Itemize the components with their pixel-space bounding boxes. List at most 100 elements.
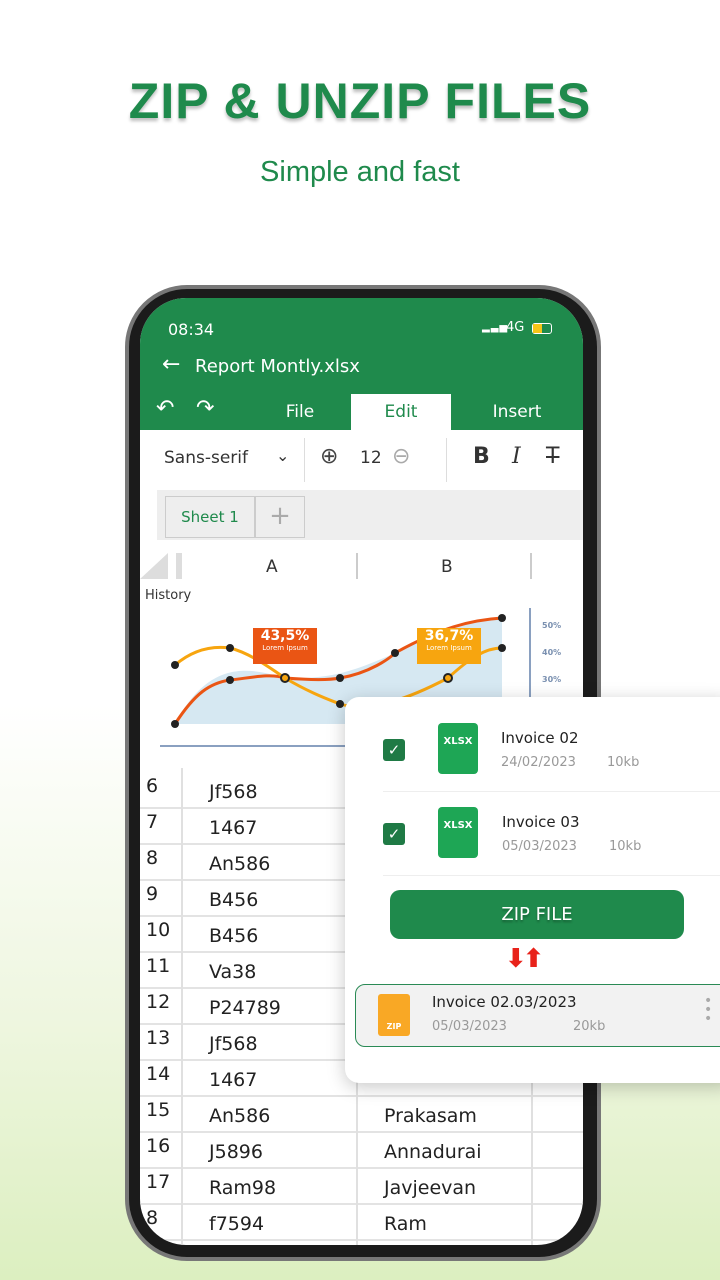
row-number: 13 (146, 1027, 171, 1049)
cell-a[interactable]: An586 (209, 1105, 270, 1127)
xlsx-file-icon: XLSX (438, 723, 478, 774)
divider (446, 438, 447, 482)
column-b[interactable]: B (441, 557, 453, 577)
cell-a[interactable]: B456 (209, 889, 258, 911)
row-number: 9 (146, 883, 159, 905)
add-sheet-button[interactable]: + (255, 496, 305, 538)
cell-b[interactable]: Javjeevan (384, 1177, 476, 1199)
table-row: 17 Ram98 Javjeevan (140, 1169, 583, 1205)
table-row: 16 J5896 Annadurai (140, 1133, 583, 1169)
row-number: 14 (146, 1063, 171, 1085)
undo-icon[interactable]: ↶ (156, 396, 174, 421)
cell-a[interactable]: Jf568 (209, 781, 258, 803)
file-title: Report Montly.xlsx (195, 356, 360, 377)
row-number: 8 (146, 847, 159, 869)
row-number: 7 (146, 811, 159, 833)
network-label: 4G (506, 320, 525, 335)
y-tick: 40% (542, 648, 562, 657)
checkbox-invoice-02[interactable]: ✓ (383, 739, 405, 761)
cell-b[interactable]: Annadurai (384, 1141, 482, 1163)
divider (176, 553, 182, 579)
row-number: 16 (146, 1135, 171, 1157)
italic-icon[interactable]: I (512, 444, 521, 469)
zip-dialog: ✓ XLSX Invoice 02 24/02/2023 10kb ✓ XLSX… (345, 697, 720, 1083)
checkbox-invoice-03[interactable]: ✓ (383, 823, 405, 845)
increase-size-icon[interactable]: ⊕ (320, 444, 338, 469)
zip-file-name: Invoice 02.03/2023 (432, 993, 577, 1011)
chevron-down-icon[interactable]: ⌄ (276, 446, 289, 465)
sheet-tabs: Sheet 1 + (157, 490, 583, 540)
font-select[interactable]: Sans-serif (164, 448, 248, 468)
file-date: 05/03/2023 (502, 839, 577, 854)
row-number: 6 (146, 775, 159, 797)
cell-b[interactable]: Prakasam (384, 1105, 477, 1127)
redo-icon[interactable]: ↷ (196, 396, 214, 421)
cell-a[interactable]: An586 (209, 853, 270, 875)
cell-a[interactable]: B456 (209, 925, 258, 947)
format-toolbar: Sans-serif ⌄ ⊕ 12 ⊖ B I T (140, 430, 583, 490)
app-header: 08:34 ▂▃▅ 4G ← Report Montly.xlsx ↶ ↷ Fi… (140, 298, 583, 430)
y-tick: 50% (542, 621, 562, 630)
xlsx-file-icon: XLSX (438, 807, 478, 858)
file-date: 24/02/2023 (501, 755, 576, 770)
callout-value: 43,5% (260, 628, 310, 644)
zip-file-date: 05/03/2023 (432, 1019, 507, 1034)
row-number: 15 (146, 1099, 171, 1121)
divider (530, 553, 532, 579)
signal-icon: ▂▃▅ (482, 322, 509, 333)
battery-icon (532, 323, 552, 334)
chart-callout-2: 36,7% Lorem Ipsum (417, 628, 481, 664)
column-a[interactable]: A (266, 557, 278, 577)
row-number: 17 (146, 1171, 171, 1193)
more-options-icon[interactable]: • • • (704, 994, 712, 1026)
hero-title: ZIP & UNZIP FILES (128, 73, 592, 129)
zip-file-size: 20kb (573, 1019, 606, 1034)
zip-file-button[interactable]: ZIP FILE (390, 890, 684, 939)
divider (356, 553, 358, 579)
table-row: 8 f7594 Ram (140, 1205, 583, 1241)
zip-file-icon: ZIP (378, 994, 410, 1036)
cell-a[interactable]: P24789 (209, 997, 281, 1019)
row-number: 10 (146, 919, 171, 941)
cell-a[interactable]: Ram98 (209, 1177, 276, 1199)
file-name: Invoice 03 (502, 813, 580, 831)
cell-a[interactable]: 1467 (209, 817, 257, 839)
divider (383, 875, 720, 876)
callout-label: Lorem Ipsum (426, 644, 472, 652)
cell-a[interactable]: J5896 (209, 1141, 263, 1163)
zip-result-item[interactable]: ZIP Invoice 02.03/2023 05/03/2023 20kb •… (355, 984, 720, 1047)
divider (304, 438, 305, 482)
table-row: 15 An586 Prakasam (140, 1097, 583, 1133)
chart-callout-1: 43,5% Lorem Ipsum (253, 628, 317, 664)
cell-a[interactable]: 1467 (209, 1069, 257, 1091)
divider (383, 791, 720, 792)
cell-b[interactable]: Ram (384, 1213, 427, 1235)
row-number: 11 (146, 955, 171, 977)
hero-subtitle: Simple and fast (260, 156, 460, 188)
row-number: 8 (146, 1207, 159, 1229)
decrease-size-icon[interactable]: ⊖ (392, 444, 410, 469)
cell-a[interactable]: f7594 (209, 1213, 264, 1235)
status-time: 08:34 (168, 320, 215, 339)
convert-arrows-icon: ⬇⬆ (505, 944, 545, 974)
bold-icon[interactable]: B (473, 444, 490, 469)
back-arrow-icon[interactable]: ← (162, 352, 180, 377)
cell-a[interactable]: Va38 (209, 961, 256, 983)
y-tick: 30% (542, 675, 562, 684)
callout-label: Lorem Ipsum (262, 644, 308, 652)
font-size[interactable]: 12 (360, 448, 382, 468)
column-header: A B (140, 553, 583, 581)
callout-value: 36,7% (424, 628, 474, 644)
file-size: 10kb (609, 839, 642, 854)
cell-a[interactable]: Jf568 (209, 1033, 258, 1055)
tab-file[interactable]: File (250, 394, 350, 430)
select-all-corner[interactable] (140, 553, 168, 579)
tab-insert[interactable]: Insert (467, 394, 567, 430)
file-size: 10kb (607, 755, 640, 770)
strikethrough-icon[interactable]: T (546, 444, 559, 469)
file-name: Invoice 02 (501, 729, 579, 747)
row-number: 12 (146, 991, 171, 1013)
sheet-tab-1[interactable]: Sheet 1 (165, 496, 255, 538)
chart-y-ticks: 50% 40% 30% (542, 612, 561, 693)
tab-edit[interactable]: Edit (351, 394, 451, 430)
